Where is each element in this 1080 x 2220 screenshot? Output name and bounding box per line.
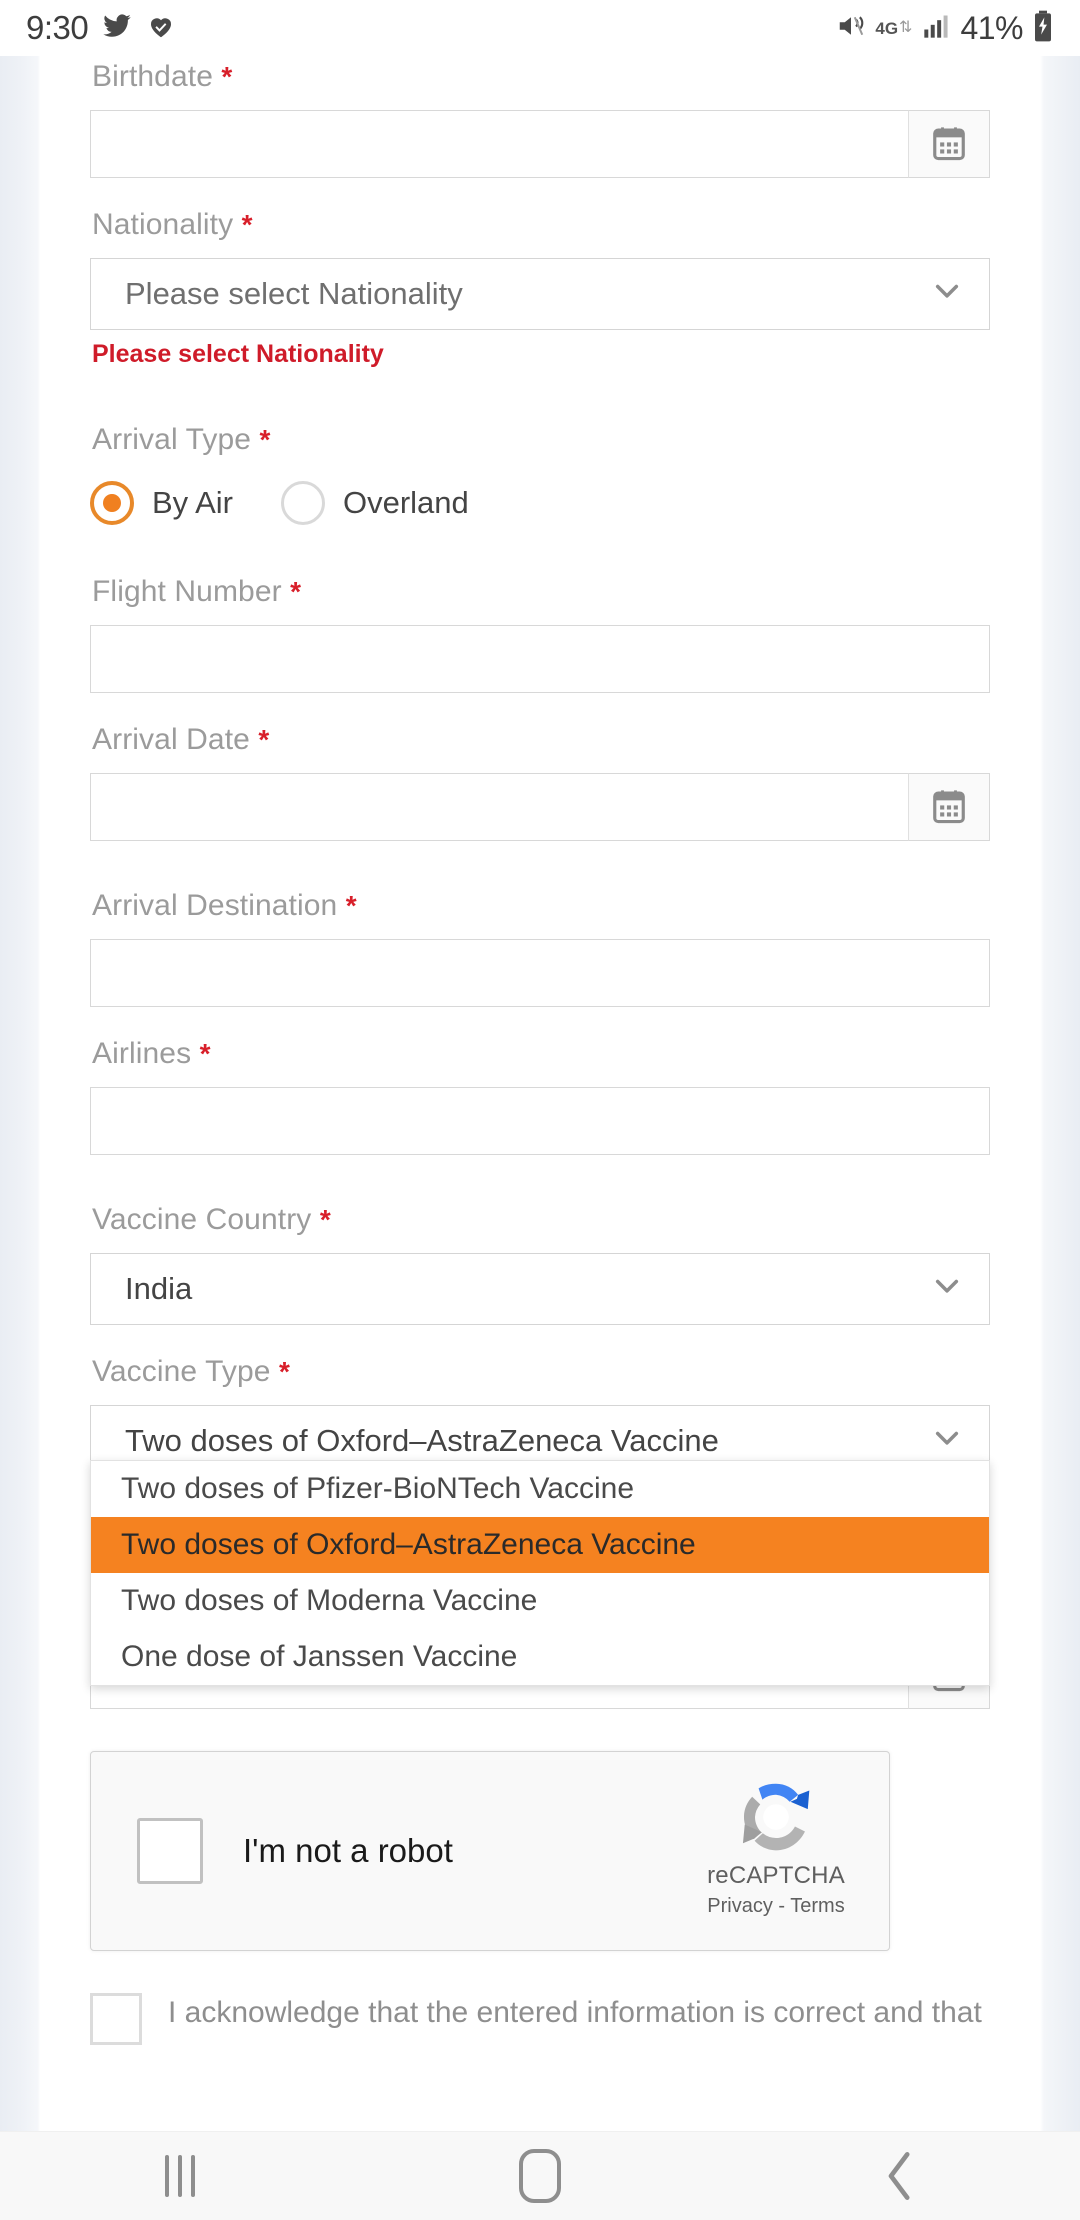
vaccine-type-selected-value: Two doses of Oxford–AstraZeneca Vaccine bbox=[125, 1423, 719, 1458]
arrival-type-option-overland[interactable]: Overland bbox=[280, 481, 469, 525]
birthdate-required-asterisk: * bbox=[221, 61, 233, 92]
vaccine-country-select[interactable]: India bbox=[90, 1253, 990, 1325]
recaptcha-wrap: I'm not a robot reCAPTCHA Privacy - Term… bbox=[90, 1751, 990, 1951]
airlines-required-asterisk: * bbox=[199, 1038, 211, 1069]
heart-check-icon bbox=[146, 11, 176, 46]
arrival-date-calendar-button[interactable] bbox=[908, 773, 990, 841]
birthdate-label: Birthdate * bbox=[90, 60, 990, 96]
nationality-required-asterisk: * bbox=[241, 209, 253, 240]
vaccine-type-dropdown-list[interactable]: Two doses of Pfizer-BioNTech Vaccine Two… bbox=[90, 1460, 990, 1686]
arrival-type-option-overland-label: Overland bbox=[342, 485, 469, 520]
acknowledge-row[interactable]: I acknowledge that the entered informati… bbox=[90, 1993, 990, 2045]
signal-bars-icon bbox=[921, 12, 951, 45]
vaccine-country-field-wrap: India bbox=[90, 1253, 990, 1325]
arrival-type-option-by-air[interactable]: By Air bbox=[90, 481, 233, 525]
recaptcha-checkbox-label: I'm not a robot bbox=[243, 1832, 453, 1869]
form-card: Birthdate * Nationality * Please select … bbox=[40, 56, 1040, 2131]
recents-button[interactable] bbox=[90, 2132, 270, 2220]
status-bar-right: 4G ⇅ 41% bbox=[836, 10, 1054, 47]
recaptcha-logo-icon bbox=[742, 1783, 810, 1851]
airlines-label-text: Airlines bbox=[92, 1037, 192, 1070]
birthdate-input[interactable] bbox=[90, 110, 990, 178]
vaccine-country-selected-value: India bbox=[125, 1271, 193, 1306]
mute-icon bbox=[836, 11, 866, 46]
recents-icon bbox=[165, 2155, 195, 2197]
chevron-down-icon bbox=[935, 1431, 959, 1445]
arrival-type-option-by-air-label: By Air bbox=[152, 485, 233, 520]
vaccine-type-required-asterisk: * bbox=[278, 1356, 290, 1387]
vaccine-type-option-3[interactable]: One dose of Janssen Vaccine bbox=[91, 1629, 989, 1685]
battery-charging-icon bbox=[1032, 10, 1054, 47]
airlines-label: Airlines * bbox=[90, 1037, 990, 1073]
acknowledge-checkbox[interactable] bbox=[90, 1993, 142, 2045]
arrival-type-radio-group: By Air Overland bbox=[90, 481, 990, 525]
home-icon bbox=[519, 2149, 561, 2203]
arrival-destination-input[interactable] bbox=[90, 939, 990, 1007]
status-bar-left: 9:30 bbox=[26, 9, 176, 47]
radio-selected-icon[interactable] bbox=[90, 481, 134, 525]
radio-unselected-icon[interactable] bbox=[280, 481, 325, 525]
arrival-date-label-text: Arrival Date bbox=[92, 723, 250, 756]
flight-number-label: Flight Number * bbox=[90, 575, 990, 611]
arrival-date-input[interactable] bbox=[90, 773, 990, 841]
flight-number-label-text: Flight Number bbox=[92, 575, 282, 608]
system-navigation-bar bbox=[0, 2131, 1080, 2220]
arrival-date-label: Arrival Date * bbox=[90, 723, 990, 759]
battery-percent-label: 41% bbox=[960, 9, 1023, 46]
vaccine-country-label-text: Vaccine Country bbox=[92, 1203, 312, 1236]
vaccine-country-label: Vaccine Country * bbox=[90, 1203, 990, 1239]
flight-number-required-asterisk: * bbox=[290, 576, 302, 607]
flight-number-input[interactable] bbox=[90, 625, 990, 693]
vaccine-type-option-0[interactable]: Two doses of Pfizer-BioNTech Vaccine bbox=[91, 1461, 989, 1517]
chevron-down-icon bbox=[935, 1279, 959, 1293]
recaptcha-branding: reCAPTCHA Privacy - Terms bbox=[701, 1776, 851, 1918]
arrival-type-label: Arrival Type * bbox=[90, 423, 990, 459]
chevron-down-icon bbox=[935, 284, 959, 298]
vaccine-type-option-2[interactable]: Two doses of Moderna Vaccine bbox=[91, 1573, 989, 1629]
arrival-date-field-wrap bbox=[90, 773, 990, 841]
home-button[interactable] bbox=[450, 2132, 630, 2220]
airlines-field-wrap bbox=[90, 1087, 990, 1155]
arrival-type-required-asterisk: * bbox=[259, 424, 271, 455]
recaptcha-brand-label: reCAPTCHA bbox=[707, 1862, 845, 1889]
nationality-field-wrap: Please select Nationality bbox=[90, 258, 990, 330]
birthdate-calendar-button[interactable] bbox=[908, 110, 990, 178]
vaccine-type-option-1[interactable]: Two doses of Oxford–AstraZeneca Vaccine bbox=[91, 1517, 989, 1573]
back-icon bbox=[888, 2152, 910, 2200]
recaptcha-privacy-terms-links[interactable]: Privacy - Terms bbox=[707, 1895, 844, 1918]
status-clock: 9:30 bbox=[26, 9, 89, 46]
back-button[interactable] bbox=[810, 2132, 990, 2220]
data-transfer-icon: ⇅ bbox=[899, 19, 913, 36]
registration-form: Birthdate * Nationality * Please select … bbox=[40, 56, 1040, 2045]
vaccine-type-label-text: Vaccine Type bbox=[92, 1355, 271, 1388]
nationality-selected-value: Please select Nationality bbox=[125, 276, 463, 311]
airlines-input[interactable] bbox=[90, 1087, 990, 1155]
network-type-label: 4G bbox=[875, 18, 899, 38]
arrival-destination-label: Arrival Destination * bbox=[90, 889, 990, 925]
arrival-destination-field-wrap bbox=[90, 939, 990, 1007]
phone-screen: 9:30 4G ⇅ 41% Birthdate * Nationality * … bbox=[0, 0, 1080, 2220]
calendar-icon bbox=[933, 790, 965, 824]
recaptcha-widget[interactable]: I'm not a robot reCAPTCHA Privacy - Term… bbox=[90, 1751, 890, 1951]
web-page-viewport[interactable]: Birthdate * Nationality * Please select … bbox=[0, 56, 1080, 2131]
nationality-error-message: Please select Nationality bbox=[92, 340, 384, 368]
birthdate-field-wrap bbox=[90, 110, 990, 178]
nationality-select[interactable]: Please select Nationality bbox=[90, 258, 990, 330]
nationality-label-text: Nationality bbox=[92, 208, 234, 241]
arrival-destination-label-text: Arrival Destination bbox=[92, 889, 338, 922]
flight-number-field-wrap bbox=[90, 625, 990, 693]
arrival-date-required-asterisk: * bbox=[258, 724, 270, 755]
vaccine-type-label: Vaccine Type * bbox=[90, 1355, 990, 1391]
arrival-destination-required-asterisk: * bbox=[345, 890, 357, 921]
network-type-indicator: 4G ⇅ bbox=[875, 20, 912, 37]
twitter-icon bbox=[102, 11, 132, 46]
nationality-label: Nationality * bbox=[90, 208, 990, 244]
vaccine-country-required-asterisk: * bbox=[319, 1204, 331, 1235]
calendar-icon bbox=[933, 127, 965, 161]
acknowledge-label: I acknowledge that the entered informati… bbox=[168, 1996, 982, 2029]
birthdate-label-text: Birthdate bbox=[92, 60, 213, 93]
status-bar: 9:30 4G ⇅ 41% bbox=[0, 0, 1080, 56]
arrival-type-label-text: Arrival Type bbox=[92, 423, 252, 456]
recaptcha-checkbox[interactable] bbox=[137, 1818, 203, 1884]
